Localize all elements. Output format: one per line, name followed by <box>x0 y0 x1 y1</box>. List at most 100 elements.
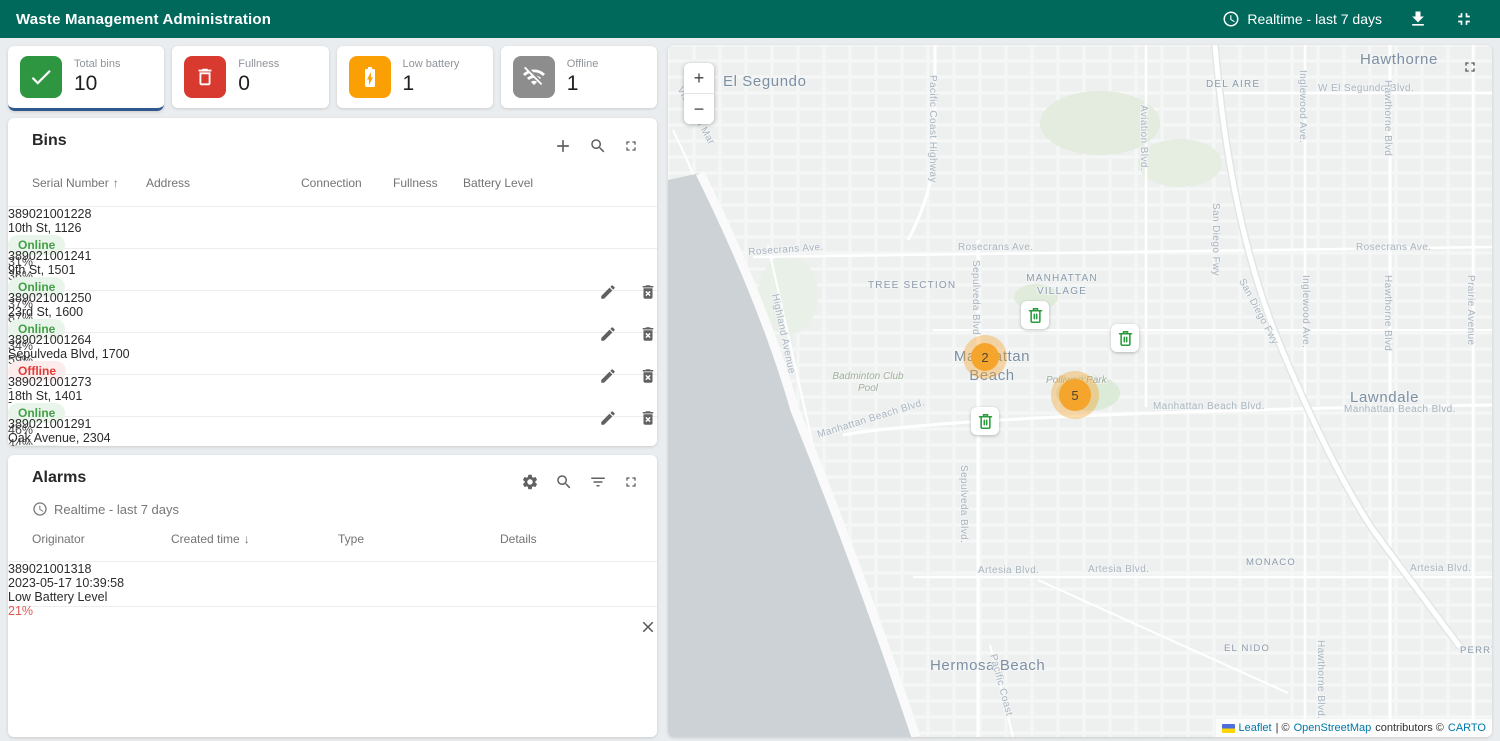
alarms-table-header: Originator Created time↓ Type Details <box>8 517 657 561</box>
gear-icon <box>521 473 539 491</box>
alarms-timewindow[interactable]: Realtime - last 7 days <box>32 501 179 517</box>
alarms-fullscreen-button[interactable] <box>619 470 643 494</box>
trash-bin-icon <box>976 412 995 431</box>
trash-bin-icon <box>1026 306 1045 325</box>
stat-card-low-battery[interactable]: Low battery 1 <box>337 46 493 108</box>
cell-address: 18th St, 1401 <box>8 389 657 403</box>
map-fullscreen-button[interactable] <box>1462 59 1478 80</box>
stat-value: 10 <box>74 72 120 96</box>
timewindow-button[interactable]: Realtime - last 7 days <box>1222 10 1382 28</box>
stat-card-total-bins[interactable]: Total bins 10 <box>8 46 164 111</box>
table-row[interactable]: 389021001273 18th St, 1401 Online 46% 44… <box>8 374 657 416</box>
cell-serial: 389021001291 <box>8 417 657 431</box>
map-attribution: Leaflet | © OpenStreetMap contributors ©… <box>1216 719 1492 737</box>
trash-icon <box>184 56 226 98</box>
osm-link[interactable]: OpenStreetMap <box>1294 722 1372 734</box>
clock-icon <box>32 501 48 517</box>
expand-icon <box>1462 59 1478 75</box>
bin-marker[interactable] <box>1111 324 1139 352</box>
stat-label: Low battery <box>403 58 460 71</box>
table-row[interactable]: 389021001241 9th St, 1501 Online 37% 87% <box>8 248 657 290</box>
table-row[interactable]: 389021001264 Sepulveda Blvd, 1700 Offlin… <box>8 332 657 374</box>
column-fullness[interactable]: Fullness <box>393 176 463 190</box>
close-icon[interactable] <box>639 618 657 636</box>
sort-desc-icon: ↓ <box>244 532 250 546</box>
filter-icon <box>589 473 607 491</box>
cell-address: 10th St, 1126 <box>8 221 657 235</box>
bins-panel: Bins Serial Number↑ Address Connection F… <box>8 118 657 446</box>
stat-cards: Total bins 10 Fullness 0 Low battery 1 O… <box>8 46 657 111</box>
alarms-title: Alarms <box>32 469 86 487</box>
timewindow-label: Realtime - last 7 days <box>1247 11 1382 27</box>
marker-cluster[interactable]: 5 <box>1059 379 1091 411</box>
marker-cluster[interactable]: 2 <box>971 343 999 371</box>
battery-charging-icon <box>349 56 391 98</box>
alarms-panel: Alarms Realtime - last 7 days Originator… <box>8 455 657 737</box>
column-address[interactable]: Address <box>146 176 301 190</box>
zoom-out-button[interactable]: − <box>684 94 714 124</box>
table-row[interactable]: 389021001291 Oak Avenue, 2304 Online 14%… <box>8 416 657 446</box>
table-row[interactable]: 389021001250 23rd St, 1600 Online 34% 59… <box>8 290 657 332</box>
stat-card-offline[interactable]: Offline 1 <box>501 46 657 108</box>
bin-marker[interactable] <box>971 407 999 435</box>
cell-created: 2023-05-17 10:39:58 <box>8 576 657 590</box>
stat-value: 1 <box>567 72 599 96</box>
column-connection[interactable]: Connection <box>301 176 393 190</box>
cell-serial: 389021001228 <box>8 207 657 221</box>
stat-value: 0 <box>238 72 279 96</box>
carto-link[interactable]: CARTO <box>1448 722 1486 734</box>
cell-address: 23rd St, 1600 <box>8 305 657 319</box>
compress-icon <box>1454 9 1474 29</box>
exit-fullscreen-button[interactable] <box>1450 5 1478 33</box>
stat-value: 1 <box>403 72 460 96</box>
alarms-settings-button[interactable] <box>517 469 543 495</box>
bins-table-header: Serial Number↑ Address Connection Fullne… <box>8 160 657 206</box>
column-created-time[interactable]: Created time↓ <box>171 532 338 546</box>
column-battery[interactable]: Battery Level <box>463 176 568 190</box>
check-icon <box>20 56 62 98</box>
fullscreen-button[interactable] <box>619 134 643 158</box>
sort-asc-icon: ↑ <box>113 176 119 190</box>
clock-icon <box>1222 10 1240 28</box>
zoom-in-button[interactable]: + <box>684 63 714 93</box>
cell-serial: 389021001241 <box>8 249 657 263</box>
stat-card-fullness[interactable]: Fullness 0 <box>172 46 328 108</box>
table-row[interactable]: 389021001228 10th St, 1126 Online 31% 36… <box>8 206 657 248</box>
leaflet-link[interactable]: Leaflet <box>1239 722 1272 734</box>
wifi-off-icon <box>513 56 555 98</box>
stat-label: Fullness <box>238 58 279 71</box>
bin-marker[interactable] <box>1021 301 1049 329</box>
column-originator[interactable]: Originator <box>32 532 171 546</box>
search-icon <box>555 473 573 491</box>
ukraine-flag-icon <box>1222 724 1235 733</box>
page-title: Waste Management Administration <box>16 11 271 28</box>
dashboard: Waste Management Administration Realtime… <box>0 0 1500 741</box>
cell-address: Oak Avenue, 2304 <box>8 431 657 445</box>
map-panel[interactable]: El Segundo Hawthorne DEL AIRE MANHATTAN … <box>668 45 1492 737</box>
add-bin-button[interactable] <box>549 132 577 160</box>
expand-icon <box>623 138 639 154</box>
cell-originator: 389021001318 <box>8 562 657 576</box>
plus-icon <box>553 136 573 156</box>
cell-address: 9th St, 1501 <box>8 263 657 277</box>
search-icon <box>589 137 607 155</box>
alarms-search-button[interactable] <box>551 469 577 495</box>
search-button[interactable] <box>585 133 611 159</box>
column-type[interactable]: Type <box>338 532 500 546</box>
cell-details: 21% <box>8 604 657 618</box>
expand-icon <box>623 474 639 490</box>
cell-address: Sepulveda Blvd, 1700 <box>8 347 657 361</box>
cell-serial: 389021001273 <box>8 375 657 389</box>
column-serial-number[interactable]: Serial Number↑ <box>32 176 146 190</box>
column-details[interactable]: Details <box>500 532 612 546</box>
app-header: Waste Management Administration Realtime… <box>0 0 1500 38</box>
download-icon <box>1408 9 1428 29</box>
map-zoom-control: + − <box>684 63 714 124</box>
cell-type: Low Battery Level <box>8 590 657 604</box>
stat-label: Offline <box>567 58 599 71</box>
alarms-filter-button[interactable] <box>585 469 611 495</box>
cell-serial: 389021001264 <box>8 333 657 347</box>
export-download-button[interactable] <box>1404 5 1432 33</box>
cell-serial: 389021001250 <box>8 291 657 305</box>
table-row[interactable]: 389021001318 2023-05-17 10:39:58 Low Bat… <box>8 561 657 607</box>
